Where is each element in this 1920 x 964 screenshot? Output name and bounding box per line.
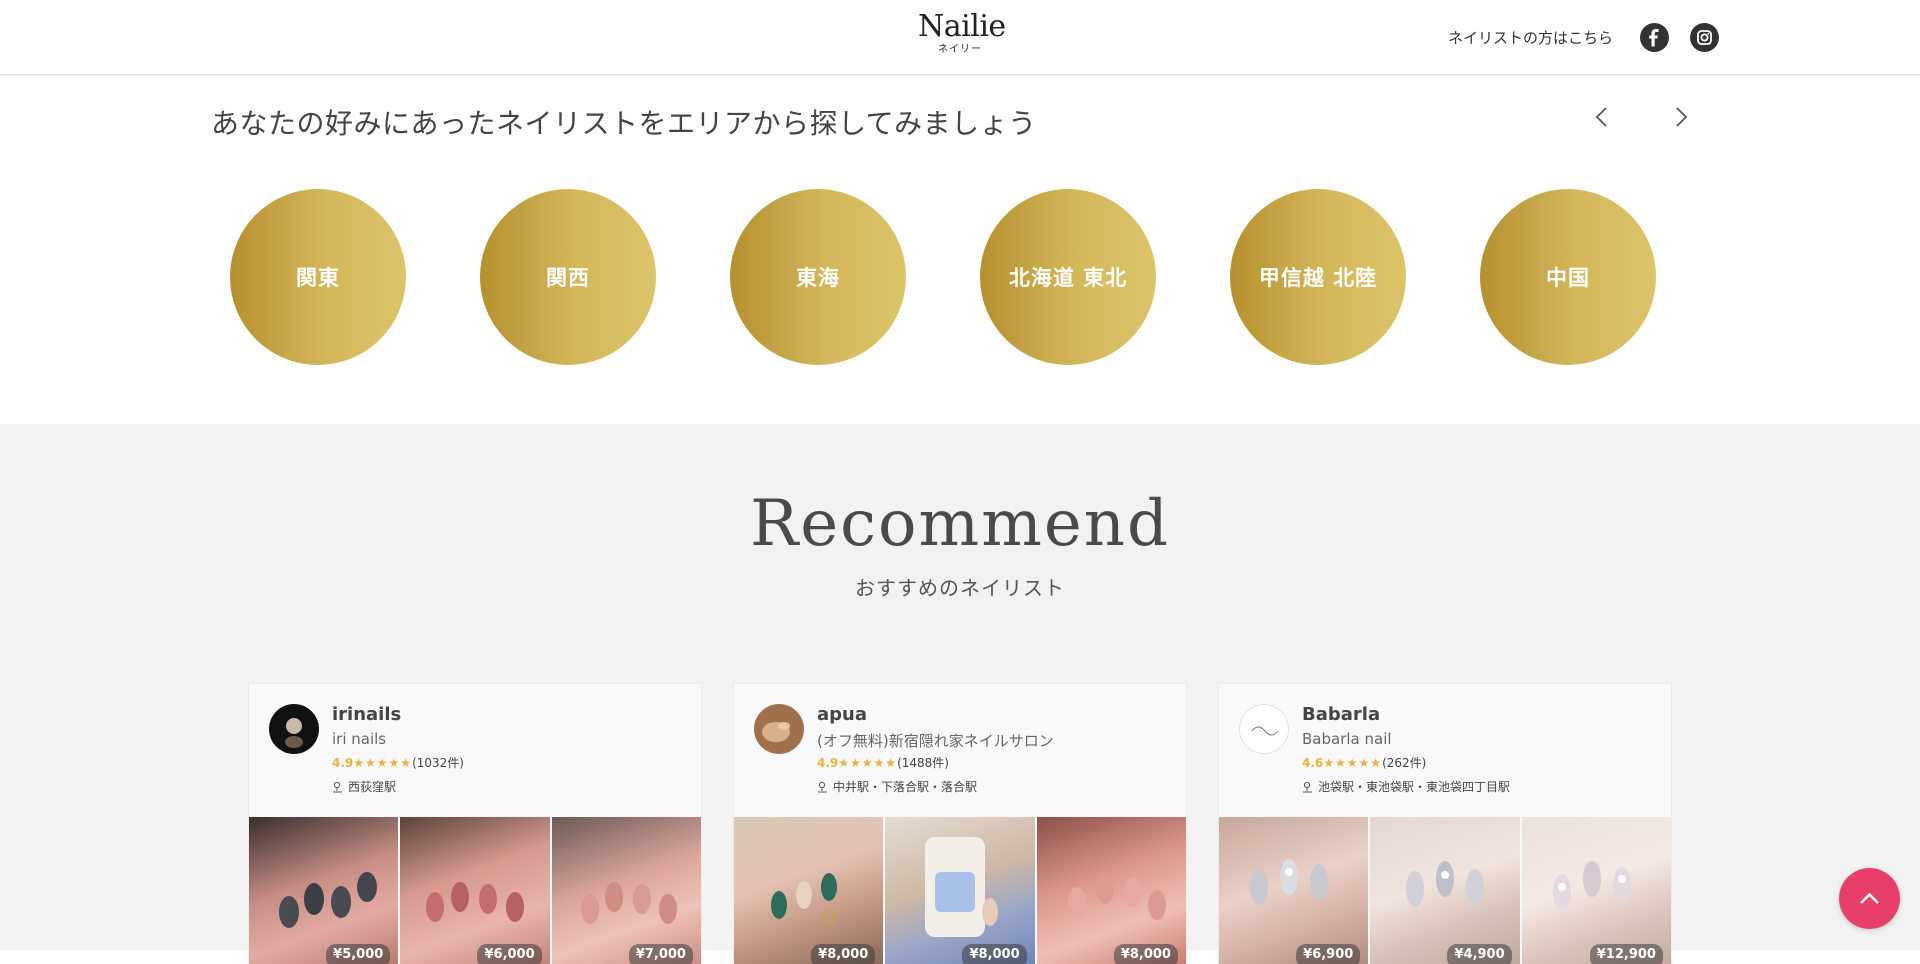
recommend-section: Recommend おすすめのネイリスト irinails iri nails … [0, 424, 1920, 964]
nailist-name[interactable]: Babarla [1302, 704, 1380, 725]
review-count: (1488件) [897, 756, 949, 770]
chevron-up-icon [1860, 892, 1879, 904]
nail-photo[interactable]: ¥12,900 [1521, 817, 1671, 964]
station: 西荻窪駅 [332, 778, 396, 795]
area-title: あなたの好みにあったネイリストをエリアから探してみましょう [211, 107, 1037, 140]
station-name: 池袋駅・東池袋駅・東池袋四丁目駅 [1318, 780, 1511, 794]
review-count: (262件) [1382, 756, 1427, 770]
map-pin-icon [1303, 781, 1312, 792]
avatar [1239, 704, 1289, 754]
chevron-right-icon[interactable] [1666, 102, 1696, 132]
nailist-card[interactable]: apua (オフ無料)新宿隠れ家ネイルサロン 4.9★★★★★(1488件) 中… [733, 683, 1187, 964]
recommend-title: Recommend [750, 487, 1170, 561]
nail-photo[interactable]: ¥8,000 [885, 817, 1035, 964]
chevron-left-icon[interactable] [1587, 102, 1617, 132]
rating-score: 4.9 [817, 756, 839, 770]
price-badge: ¥4,900 [1447, 944, 1512, 964]
photo-strip: ¥5,000 ¥6,000 ¥7,000 [249, 817, 701, 964]
facebook-icon[interactable] [1640, 23, 1669, 52]
logo-subtext: ネイリー [938, 44, 982, 55]
map-pin-icon [818, 781, 827, 792]
nail-photo[interactable]: ¥6,900 [1219, 817, 1369, 964]
price-badge: ¥8,000 [1113, 944, 1178, 964]
map-pin-icon [333, 781, 342, 792]
area-button-koshinetsu-hokuriku[interactable]: 甲信越 北陸 [1230, 189, 1406, 365]
station-name: 中井駅・下落合駅・落合駅 [833, 780, 978, 794]
price-badge: ¥5,000 [326, 944, 391, 964]
rating: 4.6★★★★★(262件) [1302, 754, 1426, 771]
logo-text: Nailie [918, 9, 1006, 44]
recommend-subtitle: おすすめのネイリスト [855, 576, 1065, 600]
salon-name: (オフ無料)新宿隠れ家ネイルサロン [817, 732, 1054, 750]
star-icon: ★★★★★ [1323, 756, 1383, 770]
photo-strip: ¥6,900 ¥4,900 ¥12,900 [1219, 817, 1671, 964]
nail-photo[interactable]: ¥8,000 [1036, 817, 1186, 964]
review-count: (1032件) [412, 756, 464, 770]
nail-photo[interactable]: ¥6,000 [400, 817, 550, 964]
area-button-kanto[interactable]: 関東 [230, 189, 406, 365]
area-section: あなたの好みにあったネイリストをエリアから探してみましょう 関東 関西 東海 北… [0, 76, 1920, 424]
salon-name: iri nails [332, 730, 387, 748]
nailist-name[interactable]: irinails [332, 704, 401, 725]
rating-score: 4.9 [332, 756, 354, 770]
back-to-top-button[interactable] [1839, 868, 1900, 929]
avatar [269, 704, 319, 754]
area-button-tokai[interactable]: 東海 [730, 189, 906, 365]
station: 中井駅・下落合駅・落合駅 [817, 778, 977, 795]
rating: 4.9★★★★★(1488件) [817, 754, 949, 771]
avatar [754, 704, 804, 754]
area-button-kansai[interactable]: 関西 [480, 189, 656, 365]
nail-photo[interactable]: ¥7,000 [551, 817, 701, 964]
star-icon: ★★★★★ [353, 756, 413, 770]
price-badge: ¥12,900 [1589, 944, 1663, 964]
rating-score: 4.6 [1302, 756, 1324, 770]
price-badge: ¥8,000 [962, 944, 1027, 964]
nailist-name[interactable]: apua [817, 704, 867, 725]
photo-strip: ¥8,000 ¥8,000 ¥8,000 [734, 817, 1186, 964]
price-badge: ¥7,000 [628, 944, 693, 964]
nail-photo[interactable]: ¥5,000 [249, 817, 399, 964]
price-badge: ¥6,000 [477, 944, 542, 964]
area-button-chugoku[interactable]: 中国 [1480, 189, 1656, 365]
nailist-link[interactable]: ネイリストの方はこちら [1448, 27, 1613, 48]
nailie-logo[interactable]: Nailie ネイリー [918, 9, 1006, 56]
price-badge: ¥6,900 [1296, 944, 1361, 964]
nail-photo[interactable]: ¥4,900 [1370, 817, 1520, 964]
instagram-icon[interactable] [1690, 23, 1719, 52]
star-icon: ★★★★★ [838, 756, 898, 770]
station: 池袋駅・東池袋駅・東池袋四丁目駅 [1302, 778, 1510, 795]
station-name: 西荻窪駅 [348, 780, 397, 794]
price-badge: ¥8,000 [811, 944, 876, 964]
rating: 4.9★★★★★(1032件) [332, 754, 464, 771]
area-button-hokkaido-tohoku[interactable]: 北海道 東北 [980, 189, 1156, 365]
site-header: Nailie ネイリー ネイリストの方はこちら [0, 0, 1920, 75]
salon-name: Babarla nail [1302, 730, 1392, 748]
nail-photo[interactable]: ¥8,000 [734, 817, 884, 964]
nailist-card[interactable]: Babarla Babarla nail 4.6★★★★★(262件) 池袋駅・… [1218, 683, 1672, 964]
nailist-card[interactable]: irinails iri nails 4.9★★★★★(1032件) 西荻窪駅 … [248, 683, 702, 964]
